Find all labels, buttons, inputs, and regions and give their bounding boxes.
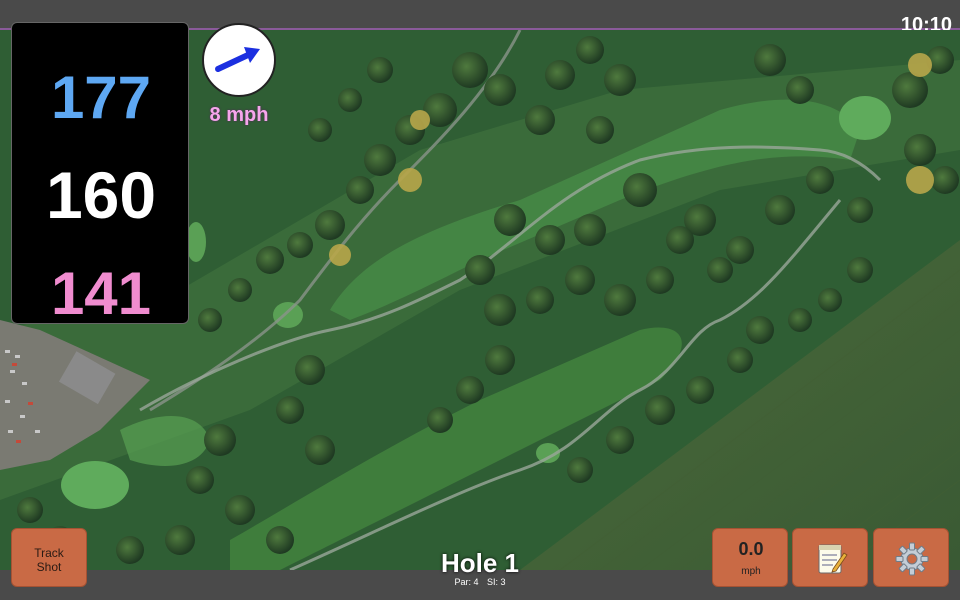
wind-direction-arrow-icon bbox=[215, 47, 260, 72]
speed-button[interactable]: 0.0 mph bbox=[712, 528, 788, 587]
back-distance: 177 bbox=[50, 64, 152, 131]
notepad-icon bbox=[818, 544, 848, 574]
speed-value: 0.0 bbox=[738, 539, 764, 559]
distance-panel: 177 160 141 bbox=[11, 22, 189, 327]
wind-speed: 8 mph bbox=[209, 104, 269, 126]
gear-icon bbox=[895, 542, 929, 576]
settings-button[interactable] bbox=[873, 528, 949, 587]
scorecard-notes-button[interactable] bbox=[792, 528, 868, 587]
hole-title[interactable]: Hole 1 bbox=[380, 548, 580, 579]
speed-unit: mph bbox=[741, 566, 761, 577]
par-label: Par: 4 bbox=[454, 577, 479, 587]
track-shot-label-line1: Track bbox=[34, 546, 64, 560]
middle-distance: 160 bbox=[45, 158, 157, 232]
track-shot-label-line2: Shot bbox=[36, 560, 62, 574]
wind-indicator bbox=[202, 23, 276, 97]
hole-info: Par: 4 SI: 3 bbox=[380, 577, 580, 587]
golf-gps-screen: 10:10 177 160 141 8 mph Track Shot Hole … bbox=[0, 0, 960, 600]
track-shot-button[interactable]: Track Shot bbox=[11, 528, 87, 587]
stroke-index-label: SI: 3 bbox=[487, 577, 506, 587]
front-distance: 141 bbox=[50, 260, 152, 327]
